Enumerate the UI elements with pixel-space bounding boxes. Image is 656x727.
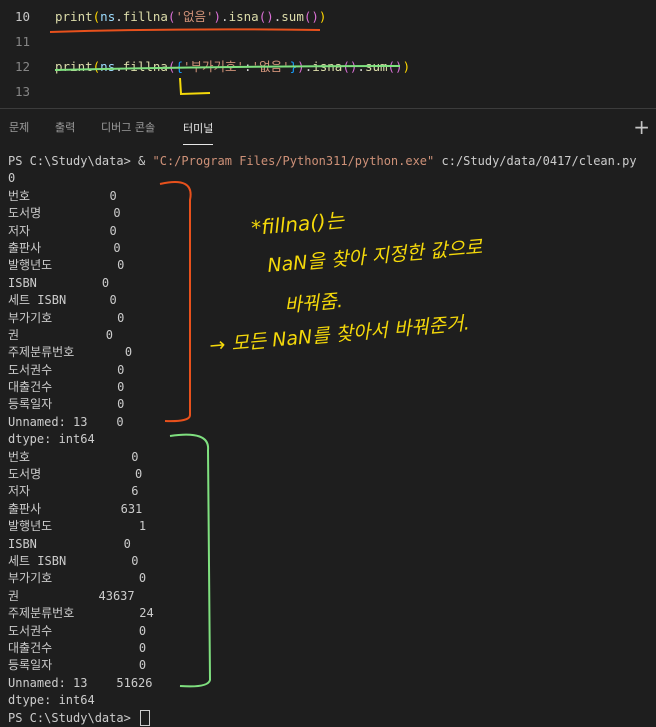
- editor-line[interactable]: 11: [0, 31, 656, 53]
- terminal-line: 발행년도 1: [8, 519, 147, 534]
- code-token: ns: [100, 59, 116, 74]
- terminal-line: 대출건수 0: [8, 640, 147, 655]
- tab-debug-console[interactable]: 디버그 콘솔: [101, 109, 155, 149]
- python-exe-path: "C:/Program Files/Python311/python.exe": [152, 154, 435, 168]
- terminal-line: 발행년도 0: [8, 258, 125, 273]
- terminal-line: 대출건수 0: [8, 380, 125, 395]
- terminal-line: 주제분류번호 0: [8, 345, 133, 360]
- code-token: .: [115, 9, 123, 24]
- terminal-line: 등록일자 0: [8, 397, 125, 412]
- terminal-line: Unnamed: 13 51626: [8, 675, 153, 690]
- terminal-line: 저자 6: [8, 484, 139, 499]
- terminal-line: 부가기호 0: [8, 310, 125, 325]
- terminal-line: ISBN 0: [8, 275, 110, 290]
- terminal-line: 0: [8, 171, 16, 186]
- line-number: 12: [14, 59, 30, 74]
- terminal-line: 출판사 0: [8, 240, 121, 255]
- terminal-output[interactable]: PS C:\Study\data> & "C:/Program Files/Py…: [8, 153, 648, 727]
- code-token: print: [55, 9, 93, 24]
- editor-line[interactable]: 10 print(ns.fillna('없음').isna().sum()): [0, 6, 656, 28]
- terminal-final-prompt: PS C:\Study\data>: [8, 710, 648, 727]
- code-token: (): [258, 9, 274, 24]
- code-token: .: [221, 9, 229, 24]
- code-token: sum: [364, 59, 388, 74]
- output-block-1: 0 번호 0 도서명 0 저자 0 출판사 0 발행년도 0 ISBN 0 세트 ISBN 0…: [8, 170, 648, 448]
- code-token: ns: [100, 9, 116, 24]
- terminal-line: 세트 ISBN 0: [8, 553, 139, 568]
- code-token: ): [297, 59, 305, 74]
- code-token: sum: [281, 9, 304, 24]
- editor-line[interactable]: 12 print(ns.fillna({'부가기호':'없음'}).isna().…: [0, 56, 656, 78]
- terminal-line: 도서권수 0: [8, 362, 125, 377]
- code-token: '없음': [175, 9, 214, 24]
- code-token: fillna: [122, 9, 168, 24]
- terminal-line: 주제분류번호 24: [8, 606, 154, 621]
- prompt: PS C:\Study\data>: [8, 710, 139, 725]
- code-token: :: [244, 59, 252, 74]
- code-token: '없음': [251, 59, 290, 74]
- terminal-line: ISBN 0: [8, 536, 131, 551]
- code-token: (): [303, 9, 319, 24]
- line-number: 13: [14, 84, 30, 99]
- code-token: isna: [312, 59, 343, 74]
- editor-line[interactable]: 13: [0, 81, 656, 103]
- code-editor[interactable]: 10 print(ns.fillna('없음').isna().sum()) 11 1…: [0, 0, 656, 108]
- terminal-line: 도서명 0: [8, 206, 121, 221]
- code-token: .: [115, 59, 123, 74]
- terminal-line: Unnamed: 13 0: [8, 414, 124, 429]
- code-token: ): [213, 9, 222, 24]
- code-text: print(ns.fillna({'부가기호':'없음'}).isna().su…: [55, 56, 410, 78]
- code-token: isna: [228, 9, 259, 24]
- terminal-line: 저자 0: [8, 223, 117, 238]
- code-token: ): [318, 9, 327, 24]
- terminal-line: 도서명 0: [8, 467, 143, 482]
- terminal-line: 도서권수 0: [8, 623, 147, 638]
- tab-output[interactable]: 출력: [55, 109, 75, 149]
- terminal-line: 번호 0: [8, 188, 117, 203]
- terminal-line: 권 43637: [8, 588, 135, 603]
- tab-problems[interactable]: 문제: [9, 109, 29, 149]
- terminal-line: 번호 0: [8, 449, 139, 464]
- terminal-line: 등록일자 0: [8, 658, 147, 673]
- panel-tab-bar: 문제 출력 디버그 콘솔 터미널 +: [0, 109, 656, 149]
- prompt: PS C:\Study\data> &: [8, 154, 153, 168]
- new-terminal-plus-icon[interactable]: +: [633, 117, 650, 137]
- code-token: (): [342, 59, 358, 74]
- line-number: 10: [14, 9, 30, 24]
- terminal-cursor: [140, 710, 151, 726]
- code-token: ): [402, 59, 411, 74]
- code-token: (): [387, 59, 403, 74]
- line-number: 11: [14, 34, 30, 49]
- terminal-line: dtype: int64: [8, 432, 95, 447]
- code-token: '부가기호': [182, 59, 245, 74]
- terminal-line: 권 0: [8, 327, 113, 342]
- terminal-line: 출판사 631: [8, 501, 143, 516]
- tab-terminal[interactable]: 터미널: [183, 114, 214, 145]
- terminal-line: 부가기호 0: [8, 571, 147, 586]
- code-token: .: [357, 59, 365, 74]
- code-token: print: [55, 59, 93, 74]
- code-text: print(ns.fillna('없음').isna().sum()): [55, 6, 326, 28]
- code-token: {: [175, 59, 183, 74]
- output-block-2: 번호 0 도서명 0 저자 6 출판사 631 발행년도 1 ISBN 0 세트 ISBN …: [8, 449, 648, 710]
- terminal-command-line: PS C:\Study\data> & "C:/Program Files/Py…: [8, 153, 648, 170]
- script-path: c:/Study/data/0417/clean.py: [434, 154, 637, 168]
- code-token: fillna: [122, 59, 168, 74]
- terminal-line: dtype: int64: [8, 693, 95, 708]
- terminal-line: 세트 ISBN 0: [8, 293, 117, 308]
